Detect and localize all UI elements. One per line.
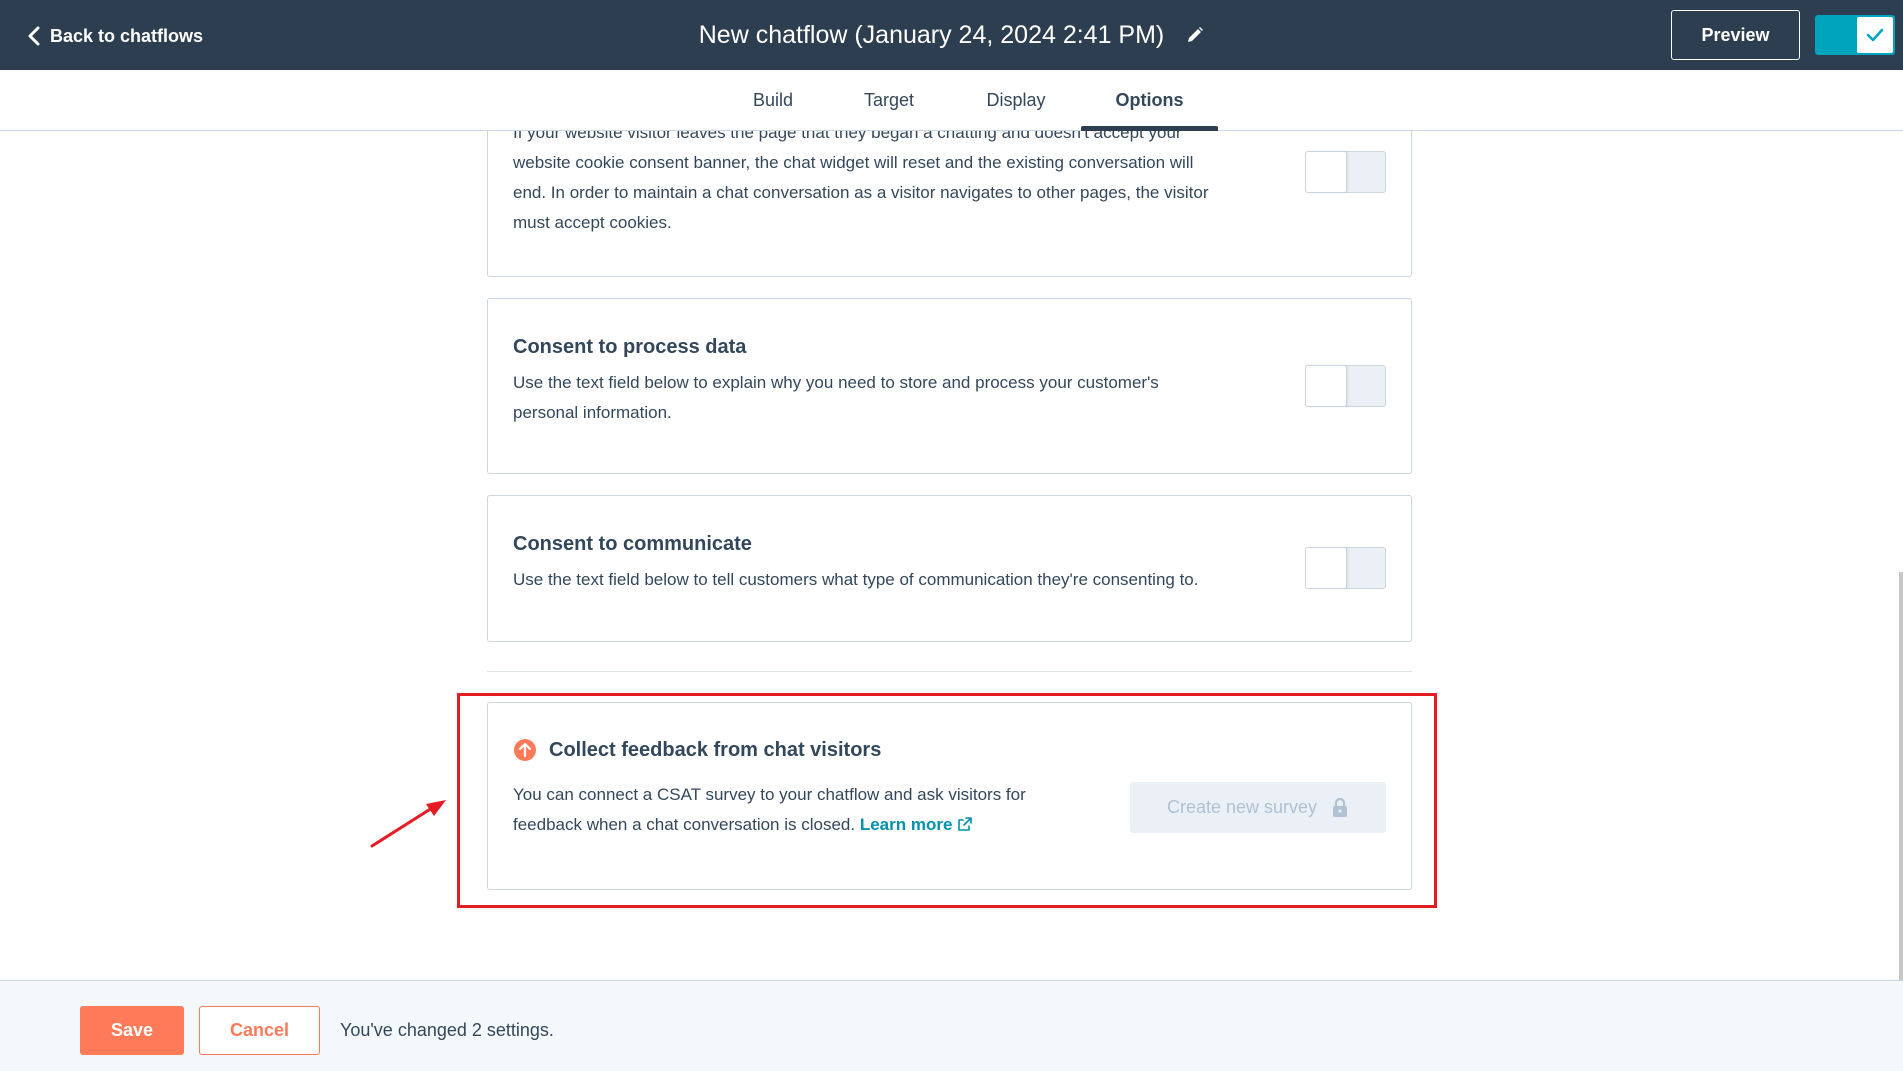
cookie-text-line-2: end. In order to maintain a chat convers… <box>513 183 1209 202</box>
changes-status: You've changed 2 settings. <box>340 1020 554 1040</box>
cancel-button[interactable]: Cancel <box>199 1006 320 1055</box>
pencil-icon[interactable] <box>1186 26 1204 44</box>
cookie-partial-line: If your website visitor leaves the page … <box>513 131 1182 142</box>
consent-process-data-text-1: Use the text field below to explain why … <box>513 373 1159 392</box>
cookie-text-line-3: must accept cookies. <box>513 213 672 232</box>
tab-display[interactable]: Display <box>970 70 1062 131</box>
consent-process-data-title: Consent to process data <box>513 336 747 358</box>
back-label: Back to chatflows <box>50 25 204 46</box>
scrollbar[interactable] <box>1899 572 1903 980</box>
consent-communicate-title: Consent to communicate <box>513 533 752 555</box>
options-content[interactable]: If your website visitor leaves the page … <box>0 131 1903 980</box>
consent-communicate-text: Use the text field below to tell custome… <box>513 570 1199 589</box>
cookie-text-line-1: website cookie consent banner, the chat … <box>513 153 1194 172</box>
preview-button[interactable]: Preview <box>1671 10 1800 60</box>
save-button[interactable]: Save <box>80 1006 184 1055</box>
back-to-chatflows-link[interactable]: Back to chatflows <box>28 22 203 50</box>
consent-process-data-card: Consent to process data Use the text fie… <box>487 298 1412 474</box>
top-bar: Back to chatflows New chatflow (January … <box>0 0 1903 70</box>
tab-options[interactable]: Options <box>1101 70 1198 131</box>
consent-process-data-toggle[interactable] <box>1305 365 1386 407</box>
publish-toggle[interactable] <box>1815 15 1895 55</box>
check-icon <box>1857 17 1893 53</box>
chevron-left-icon <box>28 26 40 46</box>
tab-bar: Build Target Display Options <box>0 70 1903 131</box>
section-divider <box>487 671 1412 672</box>
consent-communicate-toggle[interactable] <box>1305 547 1386 589</box>
tab-target[interactable]: Target <box>848 70 930 131</box>
tab-build[interactable]: Build <box>732 70 814 131</box>
cookie-consent-toggle[interactable] <box>1305 151 1386 193</box>
annotation-highlight-box <box>457 693 1437 908</box>
chatflow-title: New chatflow (January 24, 2024 2:41 PM) <box>698 20 1165 49</box>
cookie-consent-card: If your website visitor leaves the page … <box>487 131 1412 277</box>
consent-process-data-text-2: personal information. <box>513 403 672 422</box>
annotation-arrow-icon <box>370 800 446 848</box>
consent-communicate-card: Consent to communicate Use the text fiel… <box>487 495 1412 642</box>
footer-bar: Save Cancel You've changed 2 settings. <box>0 980 1903 1071</box>
